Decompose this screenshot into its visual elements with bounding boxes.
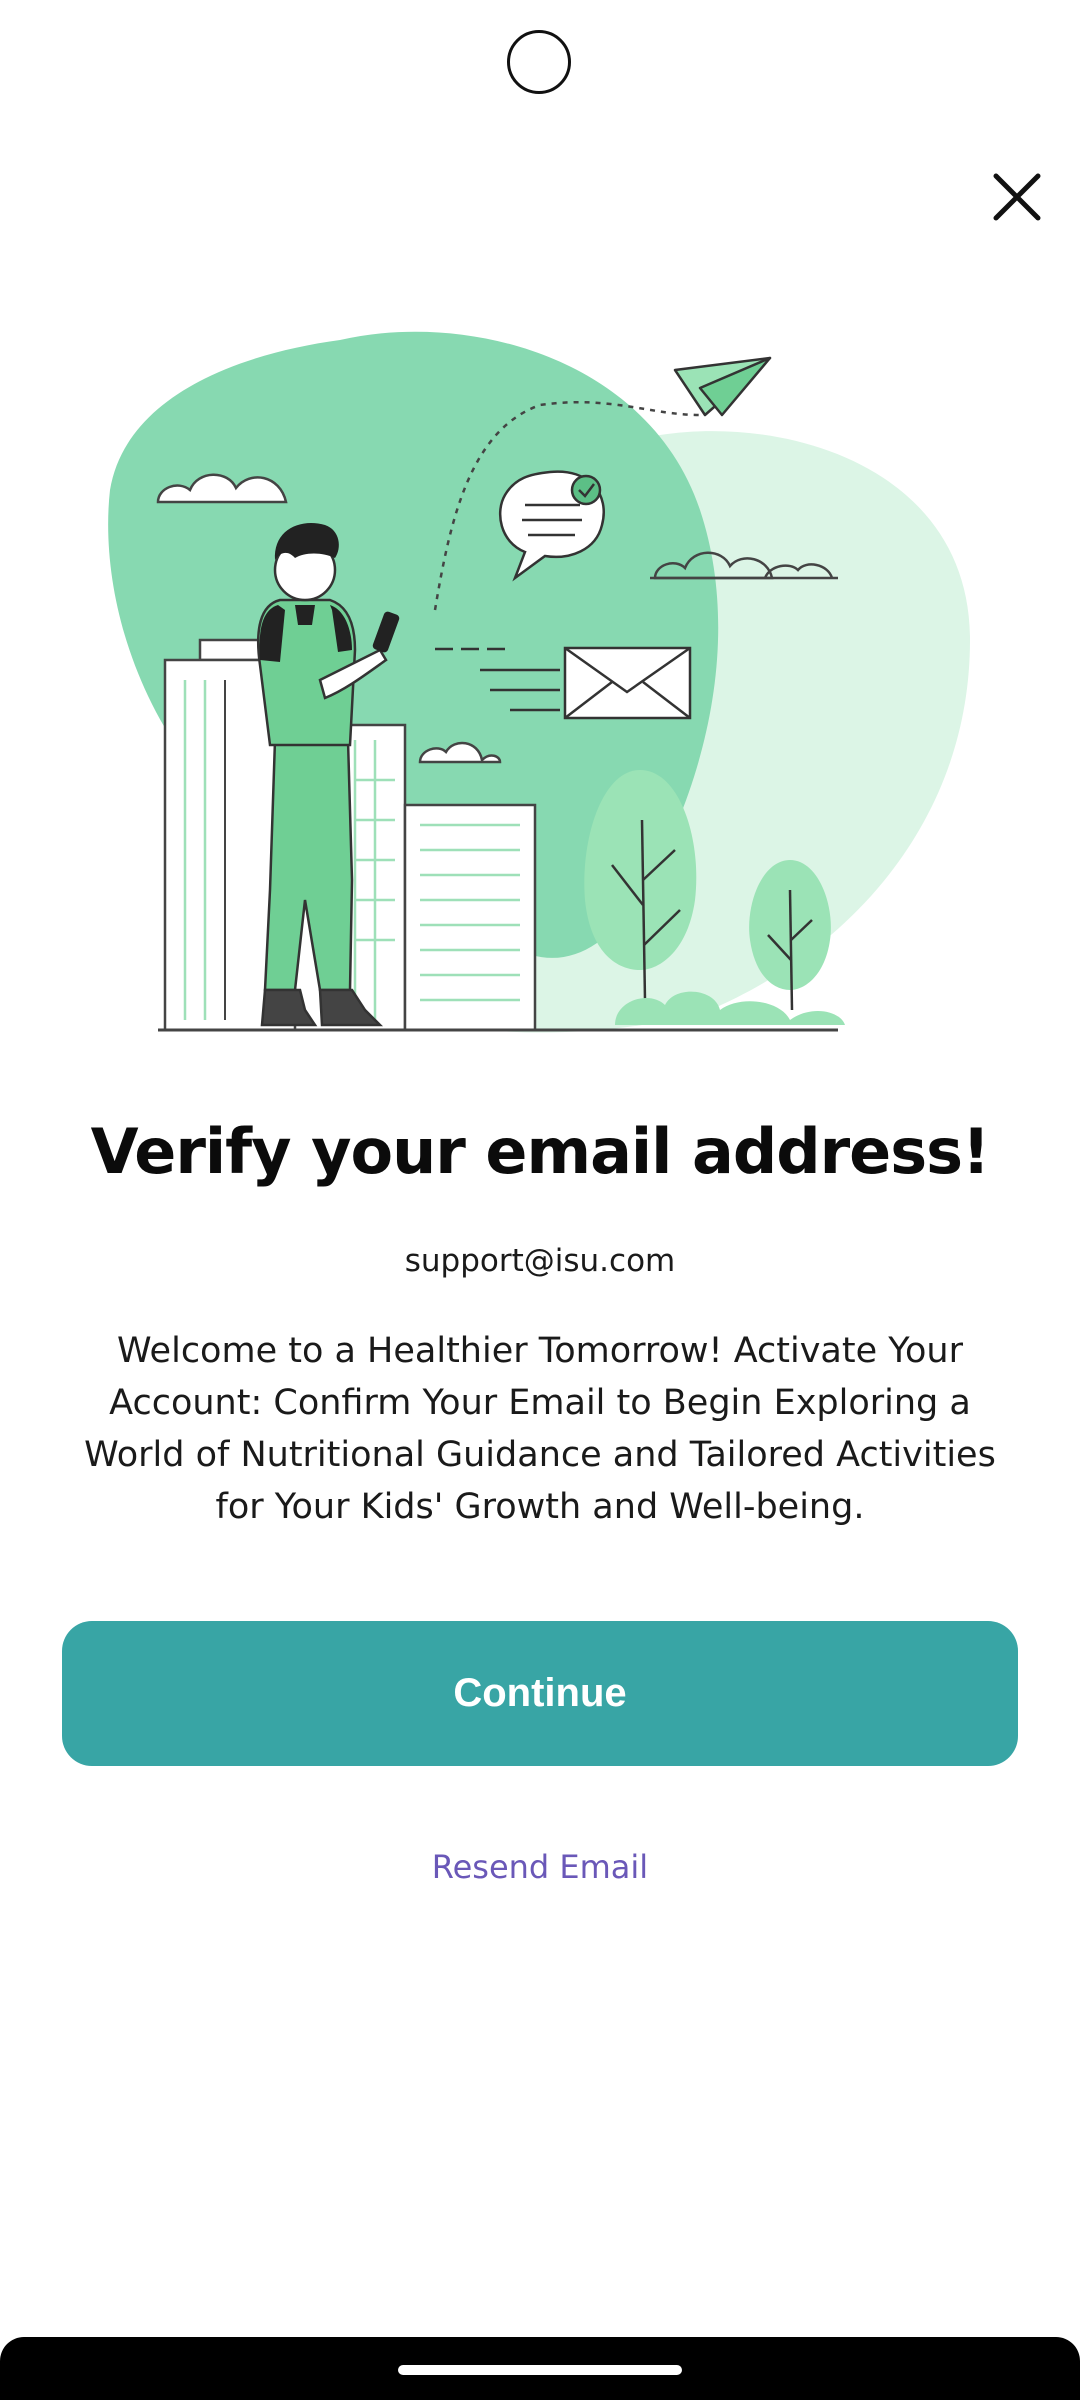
envelope-icon [563, 646, 692, 720]
welcome-message: Welcome to a Healthier Tomorrow! Activat… [84, 1331, 996, 1527]
page-title: Verify your email address! [90, 1115, 991, 1188]
building-short [403, 803, 537, 1032]
close-icon [993, 173, 1041, 221]
email-verification-illustration [108, 331, 970, 1033]
home-indicator[interactable] [398, 2365, 682, 2375]
email-address: support@isu.com [404, 1243, 676, 1279]
close-button[interactable] [982, 162, 1052, 232]
tree-icon [749, 860, 831, 1011]
paper-plane-icon [673, 356, 772, 417]
resend-email-link[interactable]: Resend Email [0, 1848, 1080, 1886]
camera-cutout [507, 30, 571, 94]
continue-button[interactable]: Continue [62, 1621, 1018, 1766]
